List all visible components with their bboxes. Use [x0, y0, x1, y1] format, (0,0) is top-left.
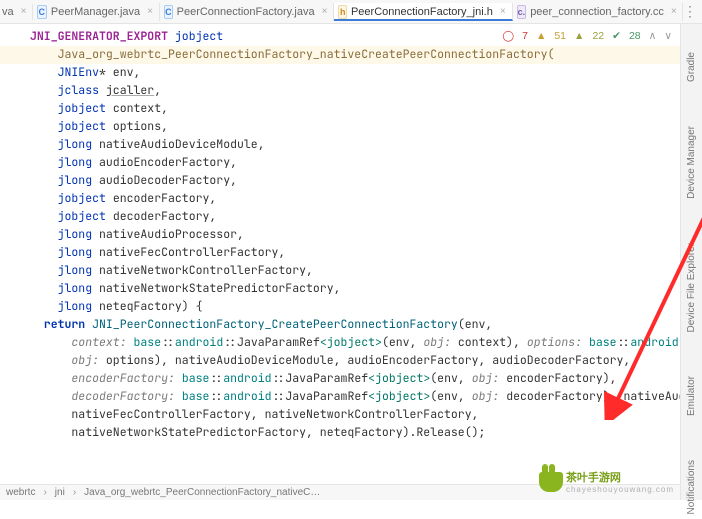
tabs-container: va × C PeerManager.java × C PeerConnecti… — [2, 3, 683, 21]
close-icon[interactable]: × — [322, 6, 328, 17]
kebab-icon[interactable]: ⋮ — [683, 3, 698, 20]
weak-warning-count: 22 — [592, 30, 604, 42]
ok-count: 28 — [629, 30, 641, 42]
java-file-icon: C — [164, 5, 173, 19]
code-line: jlong nativeNetworkControllerFactory, — [30, 262, 680, 280]
tab-peerconnectionfactory-java[interactable]: C PeerConnectionFactory.java × — [160, 3, 334, 21]
inspections-widget[interactable]: ◯ 7 ▲ 51 ▲ 22 ✔ 28 ∧ ∨ — [502, 30, 672, 42]
tool-gradle[interactable]: Gradle — [686, 48, 697, 86]
tool-notifications[interactable]: Notifications — [686, 456, 697, 518]
code-line: nativeFecControllerFactory, nativeNetwor… — [30, 406, 680, 424]
header-file-icon: h — [338, 5, 347, 19]
code-line: encoderFactory: base::android::JavaParam… — [30, 370, 680, 388]
code-line: jobject encoderFactory, — [30, 190, 680, 208]
tab-peermanager[interactable]: C PeerManager.java × — [33, 3, 160, 21]
right-tool-strip: Gradle Device Manager Device File Explor… — [680, 24, 702, 500]
code-line: jobject context, — [30, 100, 680, 118]
code-line: jobject decoderFactory, — [30, 208, 680, 226]
tab-label: PeerConnectionFactory.java — [177, 6, 315, 18]
tool-device-manager[interactable]: Device Manager — [686, 122, 697, 203]
tab-label: peer_connection_factory.cc — [530, 6, 664, 18]
tab-peerconnectionfactory-jni-h[interactable]: h PeerConnectionFactory_jni.h × — [334, 3, 512, 21]
cpp-file-icon: c. — [517, 5, 527, 19]
code-line: jlong audioDecoderFactory, — [30, 172, 680, 190]
chevron-up-icon[interactable]: ∧ — [649, 30, 657, 42]
tea-cup-icon — [539, 472, 563, 492]
warning-icon: ▲ — [536, 30, 546, 42]
code-line: jlong nativeNetworkStatePredictorFactory… — [30, 280, 680, 298]
code-line: nativeNetworkStatePredictorFactory, nete… — [30, 424, 680, 442]
tool-emulator[interactable]: Emulator — [686, 372, 697, 420]
close-icon[interactable]: × — [500, 6, 506, 17]
code-line: return JNI_PeerConnectionFactory_CreateP… — [30, 316, 680, 334]
check-icon: ✔ — [612, 30, 621, 42]
tab-fragment-label: va — [2, 6, 14, 18]
tab-label: PeerManager.java — [51, 6, 140, 18]
code-lines: JNI_GENERATOR_EXPORT jobject Java_org_we… — [30, 28, 680, 442]
code-line: jlong nativeFecControllerFactory, — [30, 244, 680, 262]
error-count: 7 — [522, 30, 528, 42]
watermark-domain: chayeshouyouwang.com — [566, 485, 674, 494]
code-line: jlong neteqFactory) { — [30, 298, 680, 316]
error-icon: ◯ — [502, 30, 514, 42]
watermark-brand: 茶叶手游网 — [566, 472, 621, 484]
close-icon[interactable]: × — [147, 6, 153, 17]
tool-device-file-explorer[interactable]: Device File Explorer — [686, 239, 697, 336]
code-line: JNIEnv* env, — [30, 64, 680, 82]
java-file-icon: C — [37, 5, 47, 19]
watermark-logo: 茶叶手游网 chayeshouyouwang.com — [539, 469, 674, 494]
code-line: jlong nativeAudioDeviceModule, — [30, 136, 680, 154]
code-line: jobject options, — [30, 118, 680, 136]
tab-peer-connection-factory-cc[interactable]: c. peer_connection_factory.cc × — [513, 3, 683, 21]
code-line: jlong audioEncoderFactory, — [30, 154, 680, 172]
tab-truncated-left[interactable]: va × — [2, 4, 33, 20]
code-line: jclass jcaller, — [30, 82, 680, 100]
code-line: obj: options), nativeAudioDeviceModule, … — [30, 352, 680, 370]
weak-warning-icon: ▲ — [574, 30, 584, 42]
code-line: decoderFactory: base::android::JavaParam… — [30, 388, 680, 406]
breadcrumb-item[interactable]: Java_org_webrtc_PeerConnectionFactory_na… — [84, 487, 320, 498]
code-line: context: base::android::JavaParamRef<job… — [30, 334, 680, 352]
close-icon[interactable]: × — [21, 6, 27, 17]
editor-tabs-bar: va × C PeerManager.java × C PeerConnecti… — [0, 0, 702, 24]
breadcrumb-item[interactable]: jni — [55, 487, 65, 498]
code-line-highlighted: Java_org_webrtc_PeerConnectionFactory_na… — [0, 46, 680, 64]
tabs-overflow: ⋮ — [683, 3, 702, 20]
close-icon[interactable]: × — [671, 6, 677, 17]
warning-count: 51 — [554, 30, 566, 42]
chevron-down-icon[interactable]: ∨ — [664, 30, 672, 42]
breadcrumb-item[interactable]: webrtc — [6, 487, 35, 498]
tab-label: PeerConnectionFactory_jni.h — [351, 6, 493, 18]
code-editor[interactable]: JNI_GENERATOR_EXPORT jobject Java_org_we… — [0, 24, 680, 484]
code-line: jlong nativeAudioProcessor, — [30, 226, 680, 244]
